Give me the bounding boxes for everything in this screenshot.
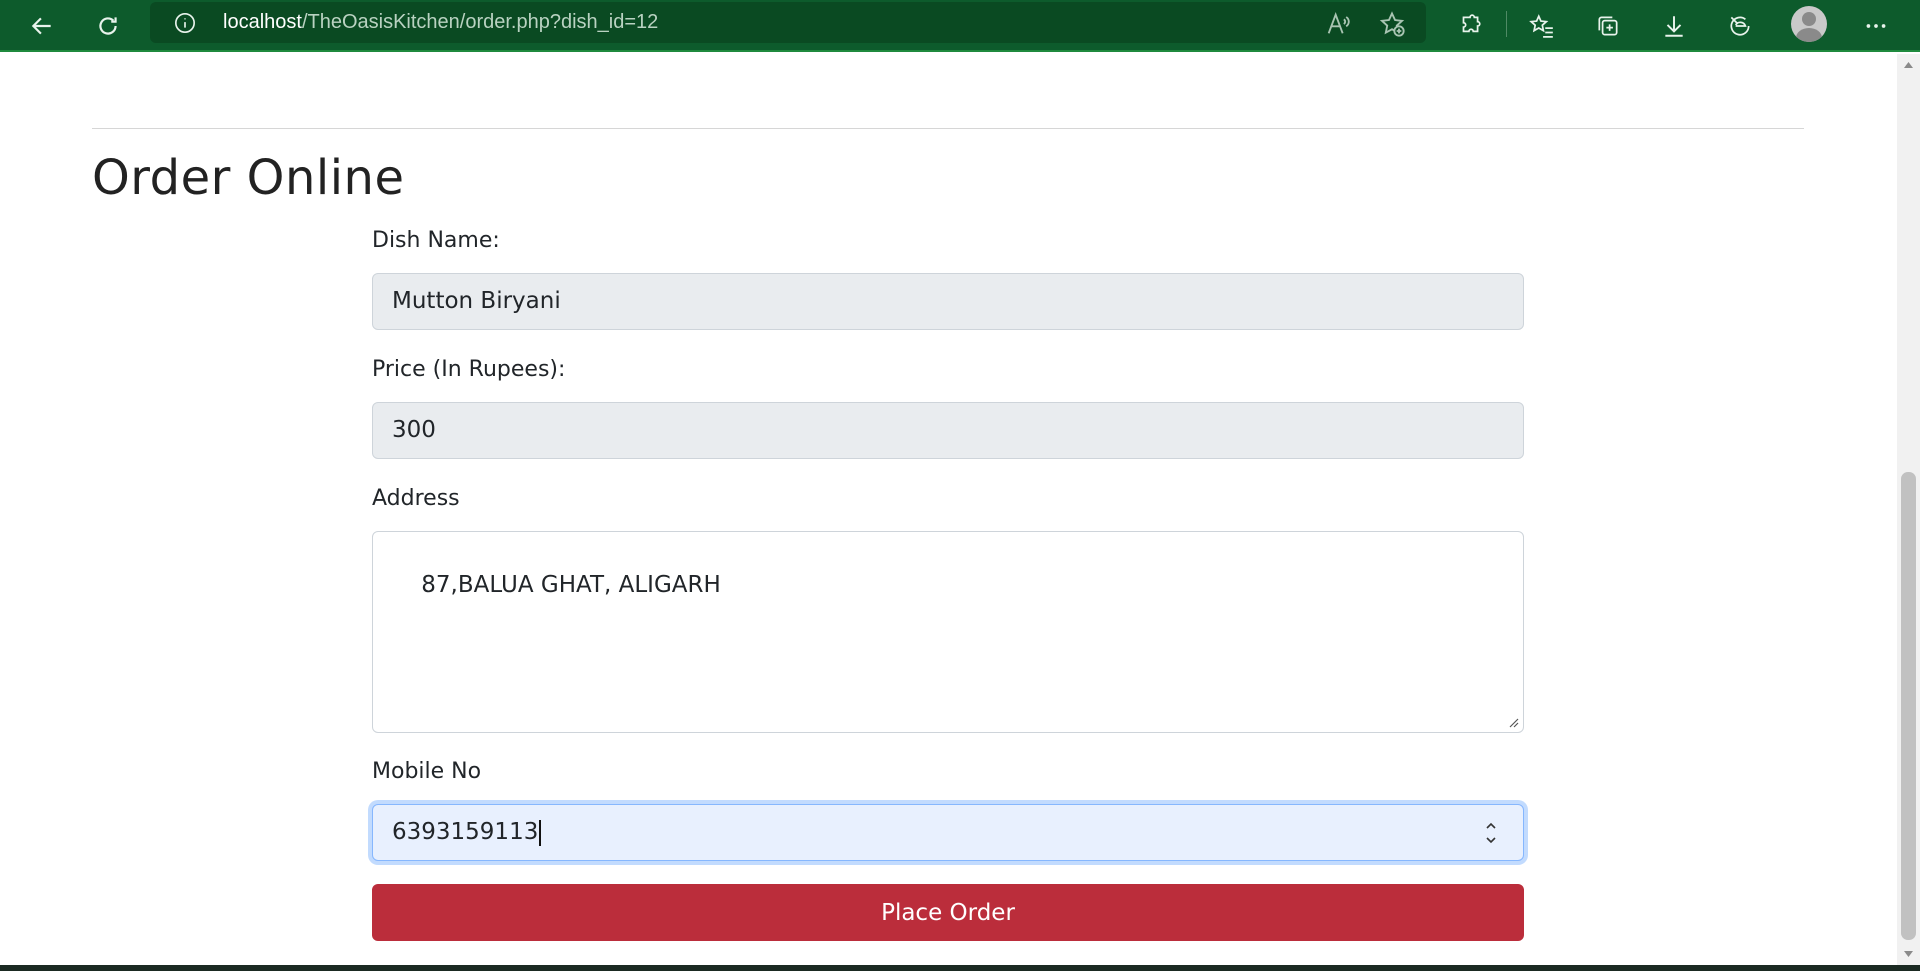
scroll-down-icon[interactable]	[1903, 949, 1914, 959]
collections-icon[interactable]	[1588, 6, 1628, 46]
mobile-label: Mobile No	[372, 759, 482, 784]
browser-toolbar: localhost/TheOasisKitchen/order.php?dish…	[0, 0, 1920, 52]
profile-avatar-icon[interactable]	[1791, 6, 1827, 42]
mobile-number-input[interactable]: 6393159113	[372, 804, 1524, 861]
price-label: Price (In Rupees):	[372, 357, 566, 382]
downloads-icon[interactable]	[1654, 6, 1694, 46]
back-arrow-icon[interactable]	[22, 6, 62, 46]
extensions-icon[interactable]	[1450, 6, 1490, 46]
vertical-scrollbar[interactable]	[1897, 54, 1920, 965]
read-aloud-icon[interactable]	[1324, 10, 1352, 38]
price-field[interactable]: 300	[372, 402, 1524, 459]
favorites-icon[interactable]	[1522, 6, 1562, 46]
more-icon[interactable]	[1856, 6, 1896, 46]
address-textarea[interactable]: 87,BALUA GHAT, ALIGARH	[372, 531, 1524, 733]
address-label: Address	[372, 486, 460, 511]
scroll-up-icon[interactable]	[1903, 60, 1914, 70]
url-path: /TheOasisKitchen/order.php?dish_id=12	[301, 11, 659, 33]
page-title: Order Online	[92, 150, 405, 206]
mobile-number-text: 6393159113	[392, 819, 539, 845]
url-text[interactable]: localhost/TheOasisKitchen/order.php?dish…	[223, 11, 658, 34]
url-host: localhost	[223, 11, 302, 33]
toolbar-divider	[1506, 11, 1507, 37]
text-caret	[539, 819, 542, 846]
resize-grip-icon[interactable]	[1507, 716, 1519, 728]
scroll-thumb[interactable]	[1901, 472, 1916, 940]
browser-essentials-icon[interactable]	[1720, 6, 1760, 46]
add-favorite-icon[interactable]	[1378, 10, 1406, 38]
number-spinner-icon[interactable]	[1485, 817, 1497, 849]
address-bar[interactable]: localhost/TheOasisKitchen/order.php?dish…	[150, 2, 1426, 43]
taskbar	[0, 965, 1920, 971]
place-order-button[interactable]: Place Order	[372, 884, 1524, 941]
dish-name-field[interactable]: Mutton Biryani	[372, 273, 1524, 330]
refresh-icon[interactable]	[88, 6, 128, 46]
info-icon[interactable]	[174, 12, 196, 34]
address-text: 87,BALUA GHAT, ALIGARH	[421, 572, 721, 598]
divider-line	[92, 128, 1804, 129]
dish-name-label: Dish Name:	[372, 228, 500, 253]
page-content: Order Online Dish Name: Mutton Biryani P…	[0, 54, 1897, 965]
